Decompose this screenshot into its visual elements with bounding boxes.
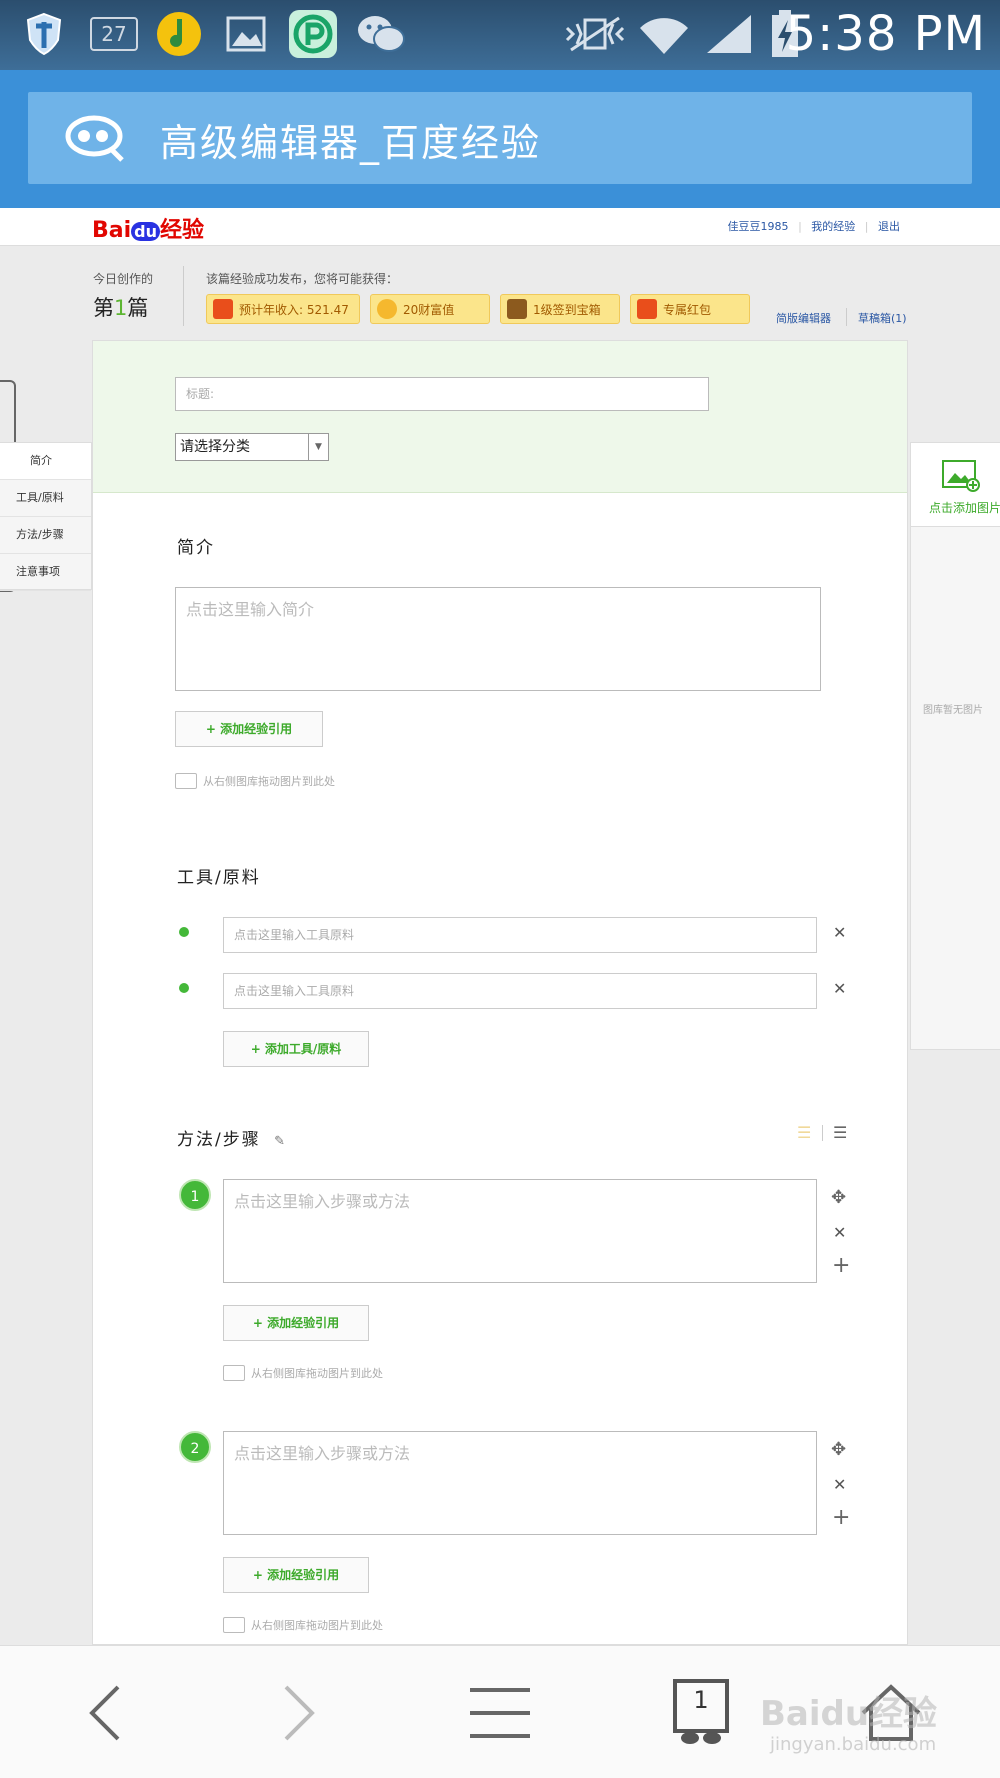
image-icon <box>223 1617 245 1633</box>
editor-panel: 标题: 请选择分类 ▼ 简介 点击这里输入简介 + 添加经验引用 从右侧图库拖动… <box>92 340 908 1645</box>
notification-count-icon: 27 <box>88 12 140 56</box>
reward-red-packet: 专属红包 <box>630 294 750 324</box>
browser-address-bar: 高级编辑器_百度经验 <box>0 70 1000 208</box>
red-envelope-icon <box>213 299 233 319</box>
add-image-icon <box>937 457 981 497</box>
reward-income: 预计年收入: 521.47 <box>206 294 360 324</box>
drag-image-hint: 从右侧图库拖动图片到此处 <box>175 773 335 789</box>
divider <box>822 1125 823 1141</box>
tools-title: 工具/原料 <box>177 868 261 888</box>
simple-editor-link[interactable]: 简版编辑器 <box>776 310 831 326</box>
nav-item-notes[interactable]: 注意事项 <box>0 554 91 591</box>
user-links: 佳豆豆1985 | 我的经验 | 退出 <box>727 220 900 233</box>
nav-item-steps[interactable]: 方法/步骤 <box>0 517 91 554</box>
divider <box>846 308 847 326</box>
coin-icon <box>377 299 397 319</box>
category-select[interactable]: 请选择分类 ▼ <box>175 433 329 461</box>
add-reference-button[interactable]: + 添加经验引用 <box>223 1305 369 1341</box>
close-icon[interactable]: ✕ <box>833 923 846 942</box>
bullet-list-icon[interactable]: ☰ <box>833 1123 847 1142</box>
reward-chest: 1级签到宝箱 <box>500 294 620 324</box>
divider <box>183 266 184 326</box>
edit-pencil-icon[interactable]: ✎ <box>274 1134 287 1149</box>
site-header: Bai du 经验 佳豆豆1985 | 我的经验 | 退出 <box>0 208 1000 246</box>
treasure-chest-icon <box>507 299 527 319</box>
music-app-icon <box>156 12 202 56</box>
forward-button[interactable] <box>270 1678 330 1748</box>
steps-title: 方法/步骤 ✎ <box>177 1130 288 1150</box>
baidu-jingyan-watermark: Baidu经验 <box>760 1694 938 1734</box>
title-area: 标题: 请选择分类 ▼ <box>93 341 907 493</box>
vibrate-mute-icon <box>562 12 628 56</box>
clock: 5:38 PM <box>785 6 986 62</box>
menu-button[interactable] <box>466 1678 534 1748</box>
add-reference-button[interactable]: + 添加经验引用 <box>223 1557 369 1593</box>
back-button[interactable] <box>74 1678 134 1748</box>
close-icon[interactable]: ✕ <box>833 1475 846 1494</box>
section-nav: 简介 工具/原料 方法/步骤 注意事项 <box>0 442 92 591</box>
watermark-url: jingyan.baidu.com <box>770 1734 937 1755</box>
step-textarea[interactable]: 点击这里输入步骤或方法 <box>223 1431 817 1535</box>
add-reference-button[interactable]: + 添加经验引用 <box>175 711 323 747</box>
drag-image-hint: 从右侧图库拖动图片到此处 <box>223 1617 383 1633</box>
add-icon[interactable]: + <box>832 1253 850 1278</box>
url-box[interactable]: 高级编辑器_百度经验 <box>28 92 972 184</box>
tool-input[interactable]: 点击这里输入工具原料 <box>223 973 817 1009</box>
today-count: 第1篇 <box>93 296 149 320</box>
intro-title: 简介 <box>177 538 215 558</box>
tool-input[interactable]: 点击这里输入工具原料 <box>223 917 817 953</box>
image-icon <box>223 1365 245 1381</box>
wechat-icon <box>356 12 406 56</box>
title-input[interactable]: 标题: <box>175 377 709 411</box>
red-envelope-icon <box>637 299 657 319</box>
move-icon[interactable]: ✥ <box>831 1439 846 1460</box>
bullet-dot <box>179 983 189 993</box>
username-link[interactable]: 佳豆豆1985 <box>728 220 789 233</box>
my-experience-link[interactable]: 我的经验 <box>811 220 855 233</box>
image-library-panel: 点击添加图片 图库暂无图片 <box>910 442 1000 1050</box>
intro-textarea[interactable]: 点击这里输入简介 <box>175 587 821 691</box>
tabs-button[interactable]: 1 <box>666 1678 736 1748</box>
close-icon[interactable]: ✕ <box>833 1223 846 1242</box>
drag-image-hint: 从右侧图库拖动图片到此处 <box>223 1365 383 1381</box>
creation-stats: 今日创作的 第1篇 该篇经验成功发布，您将可能获得： 预计年收入: 521.47… <box>0 246 1000 338</box>
nav-item-intro[interactable]: 简介 <box>0 443 91 480</box>
numbered-list-icon[interactable]: ☰ <box>797 1123 811 1142</box>
drafts-link[interactable]: 草稿箱(1) <box>858 310 907 326</box>
wifi-icon <box>636 12 692 56</box>
logout-link[interactable]: 退出 <box>878 220 900 233</box>
signal-icon <box>704 12 754 56</box>
add-tool-button[interactable]: + 添加工具/原料 <box>223 1031 369 1067</box>
close-icon[interactable]: ✕ <box>833 979 846 998</box>
gallery-icon <box>224 12 268 56</box>
nav-item-tools[interactable]: 工具/原料 <box>0 480 91 517</box>
add-image-button[interactable]: 点击添加图片 <box>911 443 1000 527</box>
bullet-dot <box>179 927 189 937</box>
reward-wealth: 20财富值 <box>370 294 490 324</box>
incognito-mask-icon <box>64 112 128 168</box>
tab-count: 1 <box>693 1686 709 1714</box>
step-number: 2 <box>179 1431 211 1463</box>
chevron-down-icon: ▼ <box>308 434 328 460</box>
step-textarea[interactable]: 点击这里输入步骤或方法 <box>223 1179 817 1283</box>
reward-title: 该篇经验成功发布，您将可能获得： <box>206 272 399 286</box>
p-app-icon <box>288 10 338 58</box>
image-icon <box>175 773 197 789</box>
today-label: 今日创作的 <box>93 272 154 286</box>
move-icon[interactable]: ✥ <box>831 1187 846 1208</box>
baidu-jingyan-logo[interactable]: Bai du 经验 <box>92 212 204 244</box>
status-bar: 27 5:38 PM <box>0 0 1000 70</box>
page-title: 高级编辑器_百度经验 <box>160 121 542 165</box>
browser-toolbar: 1 Baidu经验 jingyan.baidu.com <box>0 1645 1000 1778</box>
shield-icon <box>22 12 66 56</box>
step-number: 1 <box>179 1179 211 1211</box>
empty-library-text: 图库暂无图片 <box>923 705 983 716</box>
add-icon[interactable]: + <box>832 1505 850 1530</box>
